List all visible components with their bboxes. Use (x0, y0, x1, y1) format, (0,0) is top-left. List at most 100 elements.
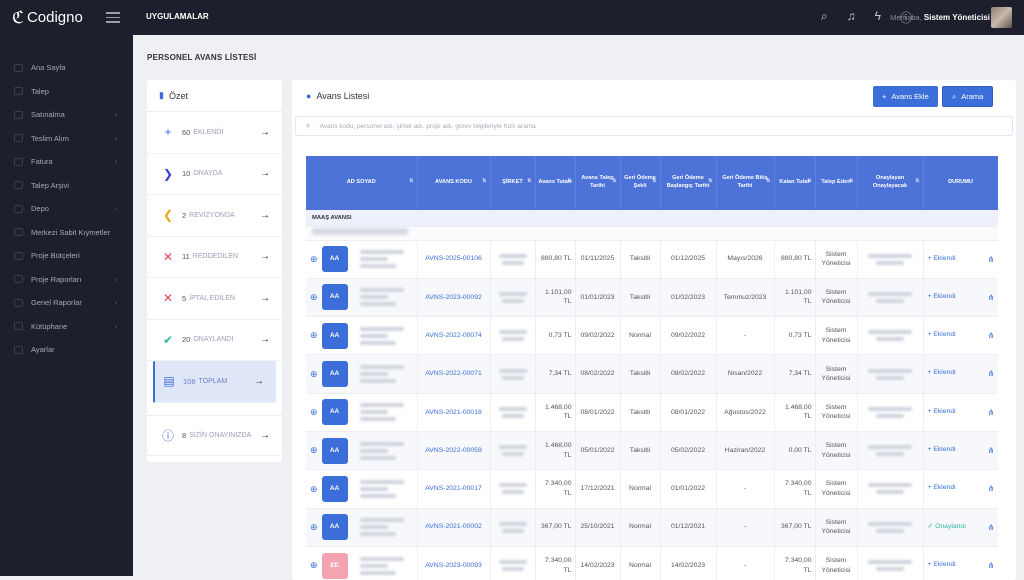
table-row[interactable]: ⊕ AA AVNS-2021-00017 7.340,00 TL 17/12/2021 N… (306, 469, 998, 509)
advance-code-link[interactable]: AVNS-2025-00106 (417, 240, 491, 279)
chevron-left-icon: ❮ (162, 208, 174, 223)
sidebar-item[interactable]: Ayarlar (0, 338, 133, 362)
actions-icon[interactable]: ⋔ (988, 292, 995, 303)
table-row[interactable]: ⊕ AA AVNS-2025-00106 880,80 TL 01/11/2025 Tak… (306, 240, 998, 279)
expand-icon[interactable]: ⊕ (310, 559, 318, 572)
actions-icon[interactable]: ⋔ (988, 522, 995, 533)
column-header-label: AVANS KODU (435, 179, 472, 186)
start-date-cell: 01/12/2025 (660, 240, 717, 279)
advance-code-link[interactable]: AVNS-2023-00092 (417, 278, 491, 318)
search-input[interactable]: ⌕ Avans kodu, personel adı, şirket adı, p… (295, 116, 1013, 136)
name-cell: ⊕ AA (306, 469, 418, 509)
actions-icon[interactable]: ⋔ (988, 368, 995, 379)
sidebar-item-label: Merkezi Sabit Kıymetler (31, 227, 111, 237)
summary-item[interactable]: ❮ 2 REVİZYONDA → (147, 195, 282, 237)
column-header[interactable]: Geri Ödeme Bitiş Tarihi ⇅ (716, 156, 775, 210)
summary-item[interactable]: ✔ 20 ONAYLANDI → (147, 320, 282, 361)
column-header[interactable]: ŞİRKET ⇅ (490, 156, 536, 210)
sidebar-item[interactable]: Ana Sayfa (0, 56, 133, 80)
approver-cell (857, 278, 924, 318)
advance-code-link[interactable]: AVNS-2021-00017 (417, 469, 491, 509)
column-header-label: DURUMU (948, 179, 973, 186)
summary-item[interactable]: +60 EKLENDİ → (147, 112, 282, 154)
expand-icon[interactable]: ⊕ (310, 483, 318, 496)
expand-icon[interactable]: ⊕ (310, 253, 318, 266)
actions-icon[interactable]: ⋔ (988, 483, 995, 494)
avatar[interactable] (991, 7, 1012, 28)
menu-item-icon (14, 298, 23, 307)
table-row[interactable]: ⊕ AA AVNS-2022-00074 0,73 TL 09/02/2022 Norma… (306, 316, 998, 356)
expand-icon[interactable]: ⊕ (310, 444, 318, 457)
bolt-icon[interactable]: ϟ (875, 9, 881, 26)
sidebar-item[interactable]: Satınalma › (0, 103, 133, 127)
summary-item[interactable]: ✕ 5 İPTAL EDİLEN → (147, 278, 282, 320)
advance-code-link[interactable]: AVNS-2021-00018 (417, 393, 491, 432)
column-header[interactable]: AVANS KODU ⇅ (417, 156, 491, 210)
sidebar-item[interactable]: Talep Arşivi (0, 174, 133, 198)
menu-toggle-icon[interactable] (106, 12, 120, 26)
actions-icon[interactable]: ⋔ (988, 254, 995, 265)
top-menu-apps[interactable]: UYGULAMALAR (146, 12, 209, 21)
sidebar-item[interactable]: Fatura › (0, 150, 133, 174)
column-header[interactable]: Onaylayan Onaylayacak ⇅ (857, 156, 924, 210)
advance-code-link[interactable]: AVNS-2021-00002 (417, 508, 491, 547)
advance-code-link[interactable]: AVNS-2022-00071 (417, 354, 491, 394)
summary-item[interactable]: ✕ 11 REDDEDİLEN → (147, 237, 282, 278)
summary-item[interactable]: ❯ 10 ONAYDA → (147, 154, 282, 195)
sidebar-item[interactable]: Teslim Alım › (0, 127, 133, 151)
advance-code-link[interactable]: AVNS-2022-00074 (417, 316, 491, 356)
sidebar-item[interactable]: Merkezi Sabit Kıymetler (0, 221, 133, 245)
sidebar-item[interactable]: Proje Raporları › (0, 268, 133, 292)
summary-item[interactable]: ⓘ 8 SİZİN ONAYINIZDA → (147, 414, 282, 456)
column-header[interactable]: Talep Eden ⇅ (815, 156, 858, 210)
column-header[interactable]: AD SOYAD ⇅ (306, 156, 418, 210)
column-header[interactable]: DURUMU (923, 156, 998, 210)
summary-item[interactable]: ▤ 108 TOPLAM → (153, 361, 276, 403)
advance-code-link[interactable]: AVNS-2023-00093 (417, 546, 491, 580)
sidebar-item[interactable]: Proje Bütçeleri (0, 244, 133, 268)
actions-icon[interactable]: ⋔ (988, 407, 995, 418)
requester-cell: Sistem Yöneticisi (815, 393, 858, 432)
amount-cell: 7.340,00 TL (535, 469, 576, 509)
sidebar-item-label: Kütüphane (31, 321, 68, 331)
amount-cell: 1.468,00 TL (535, 431, 576, 471)
table-row[interactable]: ⊕ AA AVNS-2022-00071 7,34 TL 08/02/2022 Taksi… (306, 354, 998, 394)
column-header[interactable]: Kalan Tutar ⇅ (774, 156, 816, 210)
sidebar-item[interactable]: Kütüphane › (0, 315, 133, 339)
actions-icon[interactable]: ⋔ (988, 330, 995, 341)
payment-type-cell: Taksitli (620, 354, 661, 394)
column-header[interactable]: Avans Talep Tarihi ⇅ (575, 156, 621, 210)
sidebar-item[interactable]: Genel Raporlar › (0, 291, 133, 315)
table-row[interactable]: ⊕ AA AVNS-2021-00002 367,00 TL 25/10/2021 Nor… (306, 508, 998, 547)
column-header[interactable]: Geri Ödeme Şekli ⇅ (620, 156, 661, 210)
name-cell: ⊕ AA (306, 240, 418, 279)
search-icon[interactable]: ⌕ (821, 9, 828, 26)
table-row[interactable]: ⊕ EE AVNS-2023-00093 7.340,00 TL 14/02/2023 N… (306, 546, 998, 580)
plus-icon: + (164, 125, 172, 140)
table-row[interactable]: ⊕ AA AVNS-2023-00092 1.101,00 TL 01/01/2023 T… (306, 278, 998, 318)
column-header[interactable]: Geri Ödeme Başlangıç Tarihi ⇅ (660, 156, 717, 210)
user-greeting[interactable]: Merhaba, Sistem Yöneticisi (890, 13, 990, 22)
status-badge: + Eklendi (928, 484, 956, 491)
search-icon: ⌕ (306, 121, 311, 130)
expand-icon[interactable]: ⊕ (310, 521, 318, 534)
company-cell (490, 316, 536, 356)
sidebar-item[interactable]: Depo › (0, 197, 133, 221)
name-cell: ⊕ AA (306, 431, 418, 471)
advance-code-link[interactable]: AVNS-2022-00059 (417, 431, 491, 471)
expand-icon[interactable]: ⊕ (310, 406, 318, 419)
actions-icon[interactable]: ⋔ (988, 560, 995, 571)
bell-icon[interactable]: ♫ (847, 9, 856, 26)
expand-icon[interactable]: ⊕ (310, 291, 318, 304)
status-cell: + Eklendi ⋔ (923, 278, 998, 318)
table-row[interactable]: ⊕ AA AVNS-2022-00059 1.468,00 TL 05/01/2022 T… (306, 431, 998, 471)
actions-icon[interactable]: ⋔ (988, 445, 995, 456)
menu-item-icon (14, 228, 23, 237)
table-row[interactable]: ⊕ AA AVNS-2021-00018 1.468,00 TL 08/01/2022 T… (306, 393, 998, 432)
column-header[interactable]: Avans Tutarı ⇅ (535, 156, 576, 210)
sidebar-item[interactable]: Talep (0, 80, 133, 104)
status-text: Eklendi (933, 484, 956, 492)
end-date-cell: Temmuz/2023 (716, 278, 775, 318)
expand-icon[interactable]: ⊕ (310, 329, 318, 342)
expand-icon[interactable]: ⊕ (310, 368, 318, 381)
